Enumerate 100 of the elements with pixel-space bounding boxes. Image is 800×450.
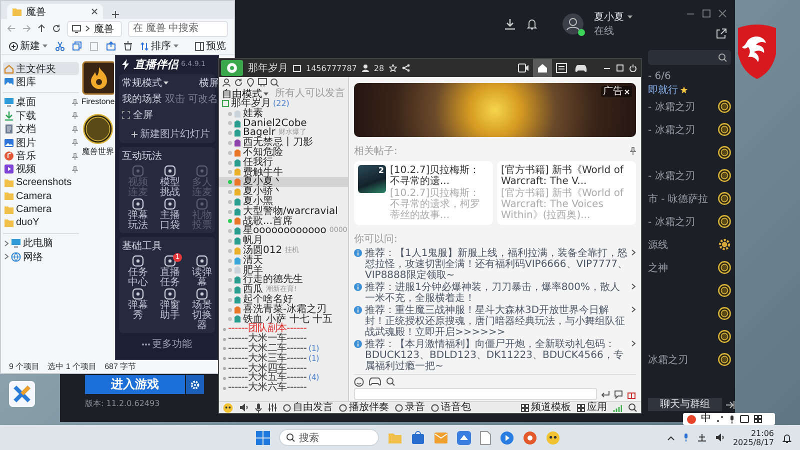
file-name[interactable]: 魔兽世界: [82, 146, 114, 157]
clock[interactable]: 21:06 2025/8/17: [732, 428, 774, 446]
suggestion-link[interactable]: 推荐：【本月激情福利】向僵尸开炮，全新联动礼包码：BDUCK123、BDLD123、DK11223、BDUCK4566，专属福利过瘾一把~: [365, 339, 628, 372]
nav-tab[interactable]: [533, 59, 552, 77]
close-icon[interactable]: [91, 8, 98, 15]
tool-button[interactable]: 弹幕玩法: [122, 198, 154, 231]
member-item[interactable]: 西无禁忌丨刀影: [219, 138, 348, 148]
board-icon[interactable]: [258, 78, 267, 87]
chat-groups-button[interactable]: 聊天与群组: [648, 398, 722, 411]
channel-item[interactable]: ------大米二车------ (1): [219, 344, 348, 354]
tool-button[interactable]: 主播口袋: [154, 198, 186, 231]
scene-item[interactable]: 全屏: [133, 108, 153, 122]
tool-button[interactable]: 读弹幕: [186, 255, 218, 288]
user-menu[interactable]: 夏小夏: [594, 10, 656, 24]
new-button[interactable]: 新建: [9, 39, 48, 53]
grid-icon[interactable]: [754, 415, 762, 423]
game-art-banner[interactable]: 广告: [354, 83, 636, 137]
sidebar-item[interactable]: 图片: [3, 136, 79, 150]
trash-icon[interactable]: [123, 41, 133, 51]
suggestion-link[interactable]: 推荐：重生魔三战神服！星斗大森林3D开放世界今日解封！正统授权还原搜魂，唐门暗器经典玩法，与小舞组队征战武魂殿！立即开启>>>>>>: [365, 305, 628, 338]
toolbar-button[interactable]: 播放伴奏: [339, 402, 389, 413]
toolbar-button[interactable]: 自由发言: [283, 402, 333, 413]
toolbar-button[interactable]: 录音: [395, 402, 425, 413]
mascot-icon[interactable]: [546, 430, 560, 444]
app-shortcut-icon[interactable]: [9, 381, 35, 407]
preview-button[interactable]: 预览: [195, 39, 226, 53]
member-item[interactable]: 夏小黑: [219, 196, 348, 207]
mixer-icon[interactable]: [268, 403, 277, 412]
search-icon[interactable]: [628, 403, 637, 412]
channel-item[interactable]: ------大米六车------: [219, 383, 348, 393]
mascot-icon[interactable]: [223, 402, 233, 412]
member-item[interactable]: 大型警物/warcravial: [219, 206, 348, 217]
sidebar-item[interactable]: Camera: [3, 190, 79, 203]
sidebar-item[interactable]: 网络: [3, 250, 79, 264]
microphone-icon[interactable]: [255, 402, 262, 412]
exit-arrow-icon[interactable]: [725, 400, 735, 410]
member-item[interactable]: Daniel2Cobe: [219, 118, 348, 128]
tool-button[interactable]: 弹幕秀: [122, 288, 154, 331]
input-mode-toggle[interactable]: 中: [701, 413, 711, 425]
tool-button[interactable]: 弹窗助手: [154, 288, 186, 331]
toolbar-button[interactable]: 应用: [577, 402, 607, 413]
tool-button[interactable]: 任务中心: [122, 255, 154, 288]
location-pin-icon[interactable]: [246, 78, 255, 87]
sidebar-item[interactable]: 此电脑: [3, 236, 79, 250]
sidebar-item[interactable]: duoY: [3, 216, 79, 230]
sidebar-item[interactable]: 主文件夹: [3, 62, 79, 76]
taskbar-search-field[interactable]: 搜索: [279, 429, 379, 446]
post-card[interactable]: [官方书籍] 新书《World of Warcraft: The V... [官方书籍] 新书《World of Warcraft: The Voices Within》(拉西奥)...: [497, 161, 636, 225]
message-input[interactable]: [354, 388, 597, 400]
chevron-up-icon[interactable]: [666, 434, 675, 440]
file-name[interactable]: Firestone: [81, 97, 115, 106]
member-item[interactable]: 娃素: [219, 108, 348, 119]
settings-button[interactable]: [186, 375, 204, 394]
power-icon[interactable]: [629, 64, 637, 72]
emoji-icon[interactable]: [354, 376, 364, 386]
keyboard-icon[interactable]: [740, 415, 749, 423]
channel-item[interactable]: 那年岁月 (22): [219, 99, 348, 109]
bell-icon[interactable]: [782, 432, 792, 442]
microphone-icon[interactable]: [729, 414, 735, 424]
gamepad-icon[interactable]: [369, 377, 381, 386]
channel-item[interactable]: ------大米四车------: [219, 364, 348, 374]
pin-icon[interactable]: [630, 147, 636, 155]
search-field[interactable]: [648, 50, 731, 65]
search-icon[interactable]: [270, 78, 279, 87]
refresh-icon[interactable]: [52, 24, 61, 33]
member-item[interactable]: 战歌...首席: [219, 216, 348, 226]
member-item[interactable]: 喜洗青菜-冰霜之刃: [219, 304, 348, 315]
download-icon[interactable]: [504, 18, 516, 30]
member-item[interactable]: 费触牛牛: [219, 168, 348, 178]
play-button[interactable]: 进入游戏: [85, 375, 185, 394]
breadcrumb[interactable]: 魔兽: [94, 22, 114, 36]
add-scene-button[interactable]: 新建图片幻灯片: [131, 127, 210, 141]
tool-button[interactable]: 场景切换器: [186, 288, 218, 331]
search-field[interactable]: 在 魔兽 中搜索: [128, 20, 228, 36]
store-bag-icon[interactable]: [411, 430, 425, 444]
suggestion-link[interactable]: 推荐：进服1分钟必爆神装，刀刀暴击，爆率800%，散人一米不充，全服横着走！: [365, 282, 628, 304]
post-card[interactable]: 2 [10.2.7]贝拉梅斯：不寻常的遗... [10.2.7]贝拉梅斯：不寻常的遗求，柯罗蒂丝的故事...: [354, 161, 493, 225]
chat-bubble-icon[interactable]: [614, 390, 623, 398]
sidebar-item[interactable]: 桌面: [3, 96, 79, 110]
tool-button[interactable]: 模型挑战: [154, 165, 186, 198]
close-icon[interactable]: [718, 8, 727, 18]
sidebar-item[interactable]: 音乐: [3, 149, 79, 163]
orientation-label[interactable]: 横屏: [199, 76, 219, 90]
sidebar-item[interactable]: 文档: [3, 122, 79, 136]
sidebar-item[interactable]: Screenshots: [3, 176, 79, 190]
sort-button[interactable]: 排序: [140, 39, 179, 53]
share-icon[interactable]: [402, 64, 410, 72]
channel-item[interactable]: ------大米一车------: [219, 334, 348, 344]
start-icon[interactable]: [256, 430, 270, 444]
more-features-link[interactable]: 更多功能: [152, 337, 192, 351]
enter-icon[interactable]: [601, 390, 610, 398]
sidebar-item[interactable]: 视频: [3, 162, 79, 176]
avatar-icon[interactable]: [562, 13, 584, 35]
suggestion-link[interactable]: 推荐：【1人1鬼服】新服上线，福利拉满，装备全靠打，怒怼拉怪，攻速切割全满！还有福利码VIP6666、VIP7777、VIP8888限定领取~: [365, 248, 628, 281]
star-icon[interactable]: [389, 64, 398, 72]
sidebar-item[interactable]: 图库: [3, 75, 79, 89]
member-item[interactable]: 任我行: [219, 158, 348, 168]
document-icon[interactable]: [480, 430, 491, 444]
sidebar-item[interactable]: Camera: [3, 202, 79, 216]
channel-item[interactable]: ------大米三车------ (1): [219, 354, 348, 364]
